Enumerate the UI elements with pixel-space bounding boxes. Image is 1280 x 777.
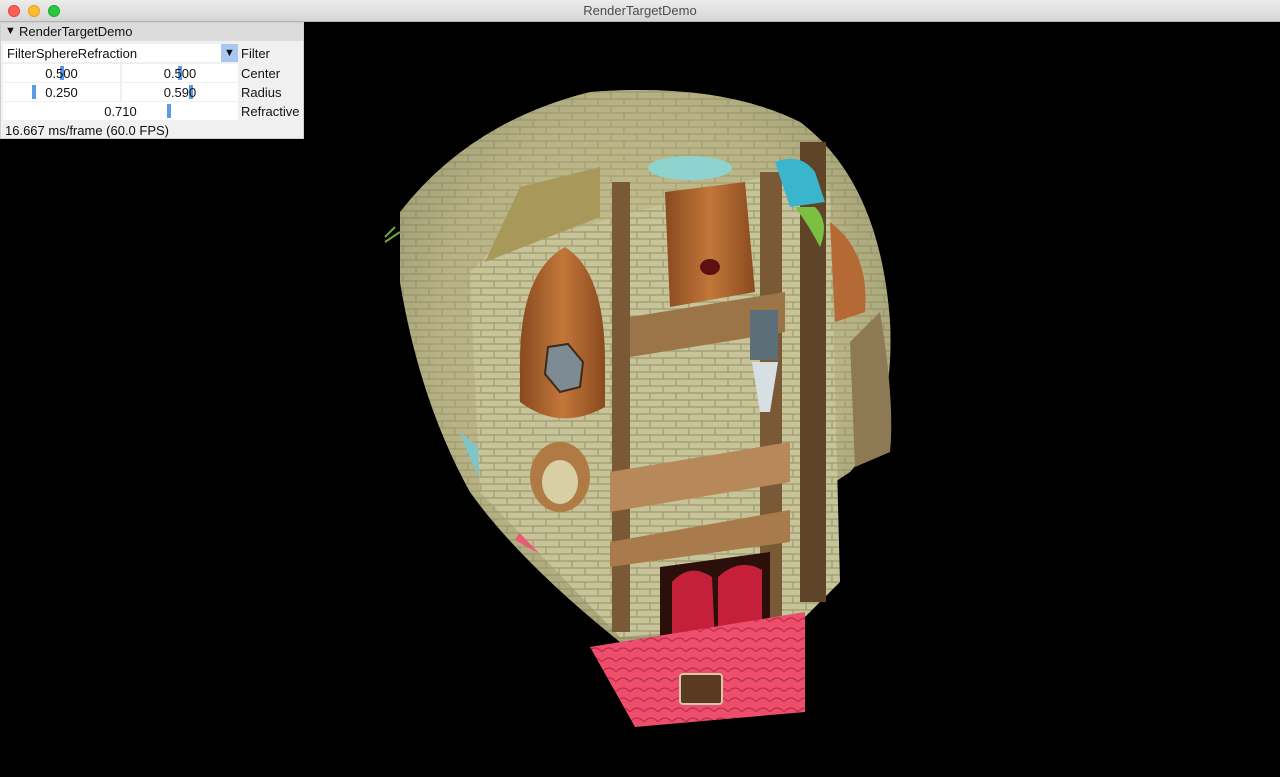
center-y-value: 0.500 <box>163 66 197 81</box>
radius-b-value: 0.590 <box>163 85 197 100</box>
center-x-slider[interactable]: 0.500 <box>3 64 120 82</box>
refractive-value: 0.710 <box>104 104 137 119</box>
center-x-value: 0.500 <box>45 66 78 81</box>
radius-a-value: 0.250 <box>45 85 78 100</box>
panel-title: RenderTargetDemo <box>19 24 133 39</box>
dropdown-arrow-icon[interactable]: ▼ <box>221 44 238 62</box>
filter-label: Filter <box>241 46 270 61</box>
filter-combo-value: FilterSphereRefraction <box>7 46 138 61</box>
radius-b-slider[interactable]: 0.590 <box>122 83 238 101</box>
center-y-slider[interactable]: 0.500 <box>122 64 238 82</box>
center-label: Center <box>241 66 281 81</box>
refractive-slider[interactable]: 0.710 <box>3 102 238 120</box>
collapse-triangle-icon[interactable]: ▼ <box>5 25 16 37</box>
panel-header[interactable]: ▼ RenderTargetDemo <box>1 23 303 41</box>
radius-label: Radius <box>241 85 282 100</box>
refractive-label: Refractive <box>241 104 300 119</box>
title-bar: RenderTargetDemo <box>0 0 1280 22</box>
filter-combo[interactable]: FilterSphereRefraction ▼ <box>3 44 238 62</box>
radius-a-slider[interactable]: 0.250 <box>3 83 120 101</box>
window-title: RenderTargetDemo <box>583 3 697 18</box>
control-panel: ▼ RenderTargetDemo FilterSphereRefractio… <box>0 22 304 139</box>
fps-readout: 16.667 ms/frame (60.0 FPS) <box>5 123 170 138</box>
